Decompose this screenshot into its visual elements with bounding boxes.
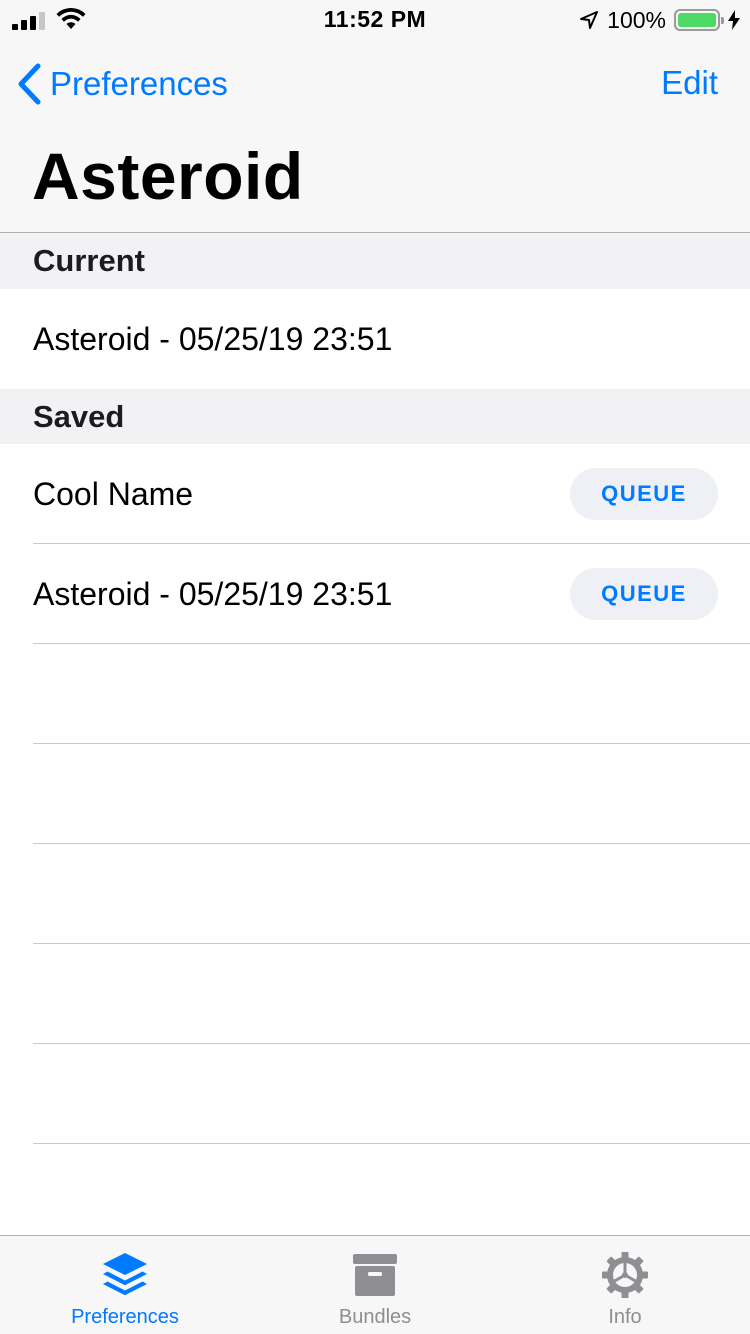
back-button-label: Preferences	[50, 65, 228, 102]
page-title: Asteroid	[32, 139, 304, 213]
empty-row	[0, 844, 750, 944]
list-item-current[interactable]: Asteroid - 05/25/19 23:51	[0, 289, 750, 389]
edit-button[interactable]: Edit	[661, 64, 718, 102]
empty-row	[0, 744, 750, 844]
back-button[interactable]: Preferences	[16, 62, 228, 106]
empty-row	[0, 644, 750, 744]
archive-box-icon	[353, 1254, 397, 1296]
empty-row	[0, 944, 750, 1044]
navigation-bar: Preferences Edit Asteroid	[0, 40, 750, 233]
status-bar: 11:52 PM 100%	[0, 0, 750, 40]
chevron-left-icon	[18, 63, 41, 105]
queue-button[interactable]: QUEUE	[570, 468, 718, 520]
tab-preferences[interactable]: Preferences	[0, 1236, 250, 1334]
tab-info[interactable]: Info	[500, 1236, 750, 1334]
battery-fill	[678, 13, 716, 27]
empty-row	[0, 1044, 750, 1144]
layers-icon	[103, 1253, 147, 1296]
gear-icon	[602, 1252, 648, 1298]
list-item-saved[interactable]: Cool Name QUEUE	[0, 444, 750, 544]
section-header-saved: Saved	[0, 389, 750, 445]
charging-bolt-icon	[728, 10, 740, 30]
section-header-current: Current	[0, 233, 750, 289]
tab-bar: Preferences Bundles Info	[0, 1235, 750, 1334]
list-item-label: Cool Name	[33, 475, 194, 512]
tab-bundles[interactable]: Bundles	[250, 1236, 500, 1334]
battery-icon	[674, 9, 724, 31]
list-item-saved[interactable]: Asteroid - 05/25/19 23:51 QUEUE	[0, 544, 750, 644]
location-arrow-icon	[580, 11, 599, 29]
queue-button[interactable]: QUEUE	[570, 568, 718, 620]
status-right-group: 100%	[579, 6, 740, 34]
tab-label: Bundles	[338, 1306, 412, 1328]
row-separator	[33, 1143, 750, 1144]
tab-label: Info	[608, 1306, 642, 1328]
tab-label: Preferences	[71, 1306, 179, 1328]
list-item-label: Asteroid - 05/25/19 23:51	[33, 575, 393, 612]
battery-percent: 100%	[607, 6, 666, 33]
list-item-label: Asteroid - 05/25/19 23:51	[33, 320, 393, 357]
